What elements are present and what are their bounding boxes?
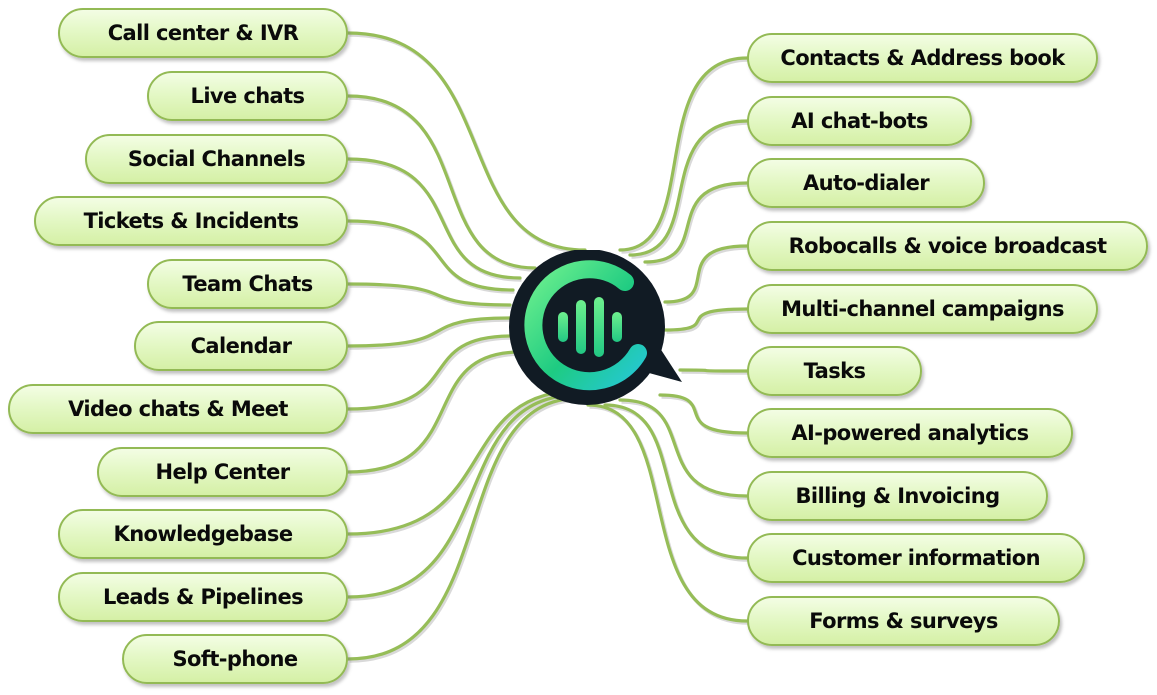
node-label: Team Chats xyxy=(182,272,313,296)
node-label: Auto-dialer xyxy=(803,171,930,195)
node-label: Social Channels xyxy=(127,147,306,171)
node-label: Video chats & Meet xyxy=(68,397,288,421)
chat-bubble-soundwave-logo xyxy=(509,250,682,405)
connector-right-0 xyxy=(618,56,749,252)
node-label: AI-powered analytics xyxy=(791,421,1029,445)
node-label: Robocalls & voice broadcast xyxy=(788,234,1107,258)
connector-left-9 xyxy=(346,393,580,599)
connector-left-0 xyxy=(346,31,587,252)
node-customer-information[interactable]: Customer information xyxy=(747,533,1085,583)
node-ai-powered-analytics[interactable]: AI-powered analytics xyxy=(747,408,1073,458)
node-label: Call center & IVR xyxy=(107,21,299,45)
node-label: Billing & Invoicing xyxy=(795,484,1000,508)
node-label: Soft-phone xyxy=(172,647,298,671)
node-leads-pipelines[interactable]: Leads & Pipelines xyxy=(58,572,348,622)
node-label: Live chats xyxy=(190,84,306,108)
node-social-channels[interactable]: Social Channels xyxy=(85,134,348,184)
node-help-center[interactable]: Help Center xyxy=(97,447,348,497)
connector-right-9 xyxy=(586,403,749,623)
node-label: AI chat-bots xyxy=(791,109,928,133)
connector-left-7-shadow xyxy=(349,352,522,476)
connector-right-8 xyxy=(603,403,749,560)
node-label: Contacts & Address book xyxy=(780,46,1065,70)
node-label: Calendar xyxy=(190,334,292,358)
connector-left-2-shadow xyxy=(349,159,522,282)
node-label: Multi-channel campaigns xyxy=(781,297,1064,321)
connector-left-0-shadow xyxy=(349,33,587,254)
connector-left-8-shadow xyxy=(349,390,587,538)
connector-left-9-shadow xyxy=(349,395,580,601)
node-calendar[interactable]: Calendar xyxy=(134,321,348,371)
connector-left-1-shadow xyxy=(349,96,537,272)
node-auto-dialer[interactable]: Auto-dialer xyxy=(747,158,985,208)
connector-left-7 xyxy=(346,350,522,474)
connector-left-1 xyxy=(346,94,537,270)
connector-right-9-shadow xyxy=(589,405,749,625)
connector-left-10 xyxy=(346,396,582,661)
node-forms-surveys[interactable]: Forms & surveys xyxy=(747,596,1060,646)
node-label: Leads & Pipelines xyxy=(102,585,304,609)
node-soft-phone[interactable]: Soft-phone xyxy=(122,634,348,684)
node-ai-chat-bots[interactable]: AI chat-bots xyxy=(747,96,972,146)
node-label: Customer information xyxy=(792,546,1040,570)
node-knowledgebase[interactable]: Knowledgebase xyxy=(58,509,348,559)
connector-left-3-shadow xyxy=(349,221,515,294)
node-tasks[interactable]: Tasks xyxy=(747,346,922,396)
node-live-chats[interactable]: Live chats xyxy=(147,71,348,121)
node-contacts-address-book[interactable]: Contacts & Address book xyxy=(747,33,1098,83)
node-label: Forms & surveys xyxy=(809,609,998,633)
node-tickets-incidents[interactable]: Tickets & Incidents xyxy=(34,196,348,246)
node-billing-invoicing[interactable]: Billing & Invoicing xyxy=(747,471,1048,521)
node-call-center-ivr[interactable]: Call center & IVR xyxy=(58,8,348,58)
node-video-chats-meet[interactable]: Video chats & Meet xyxy=(8,384,348,434)
node-label: Tasks xyxy=(803,359,866,383)
node-multi-channel-campaigns[interactable]: Multi-channel campaigns xyxy=(747,284,1098,334)
node-robocalls-voice-broadcast[interactable]: Robocalls & voice broadcast xyxy=(747,221,1148,271)
connector-right-8-shadow xyxy=(606,405,749,562)
node-label: Help Center xyxy=(155,460,290,484)
node-team-chats[interactable]: Team Chats xyxy=(147,259,348,309)
node-label: Tickets & Incidents xyxy=(83,209,299,233)
connector-right-5 xyxy=(678,368,749,373)
node-label: Knowledgebase xyxy=(113,522,294,546)
connector-right-0-shadow xyxy=(621,58,749,254)
